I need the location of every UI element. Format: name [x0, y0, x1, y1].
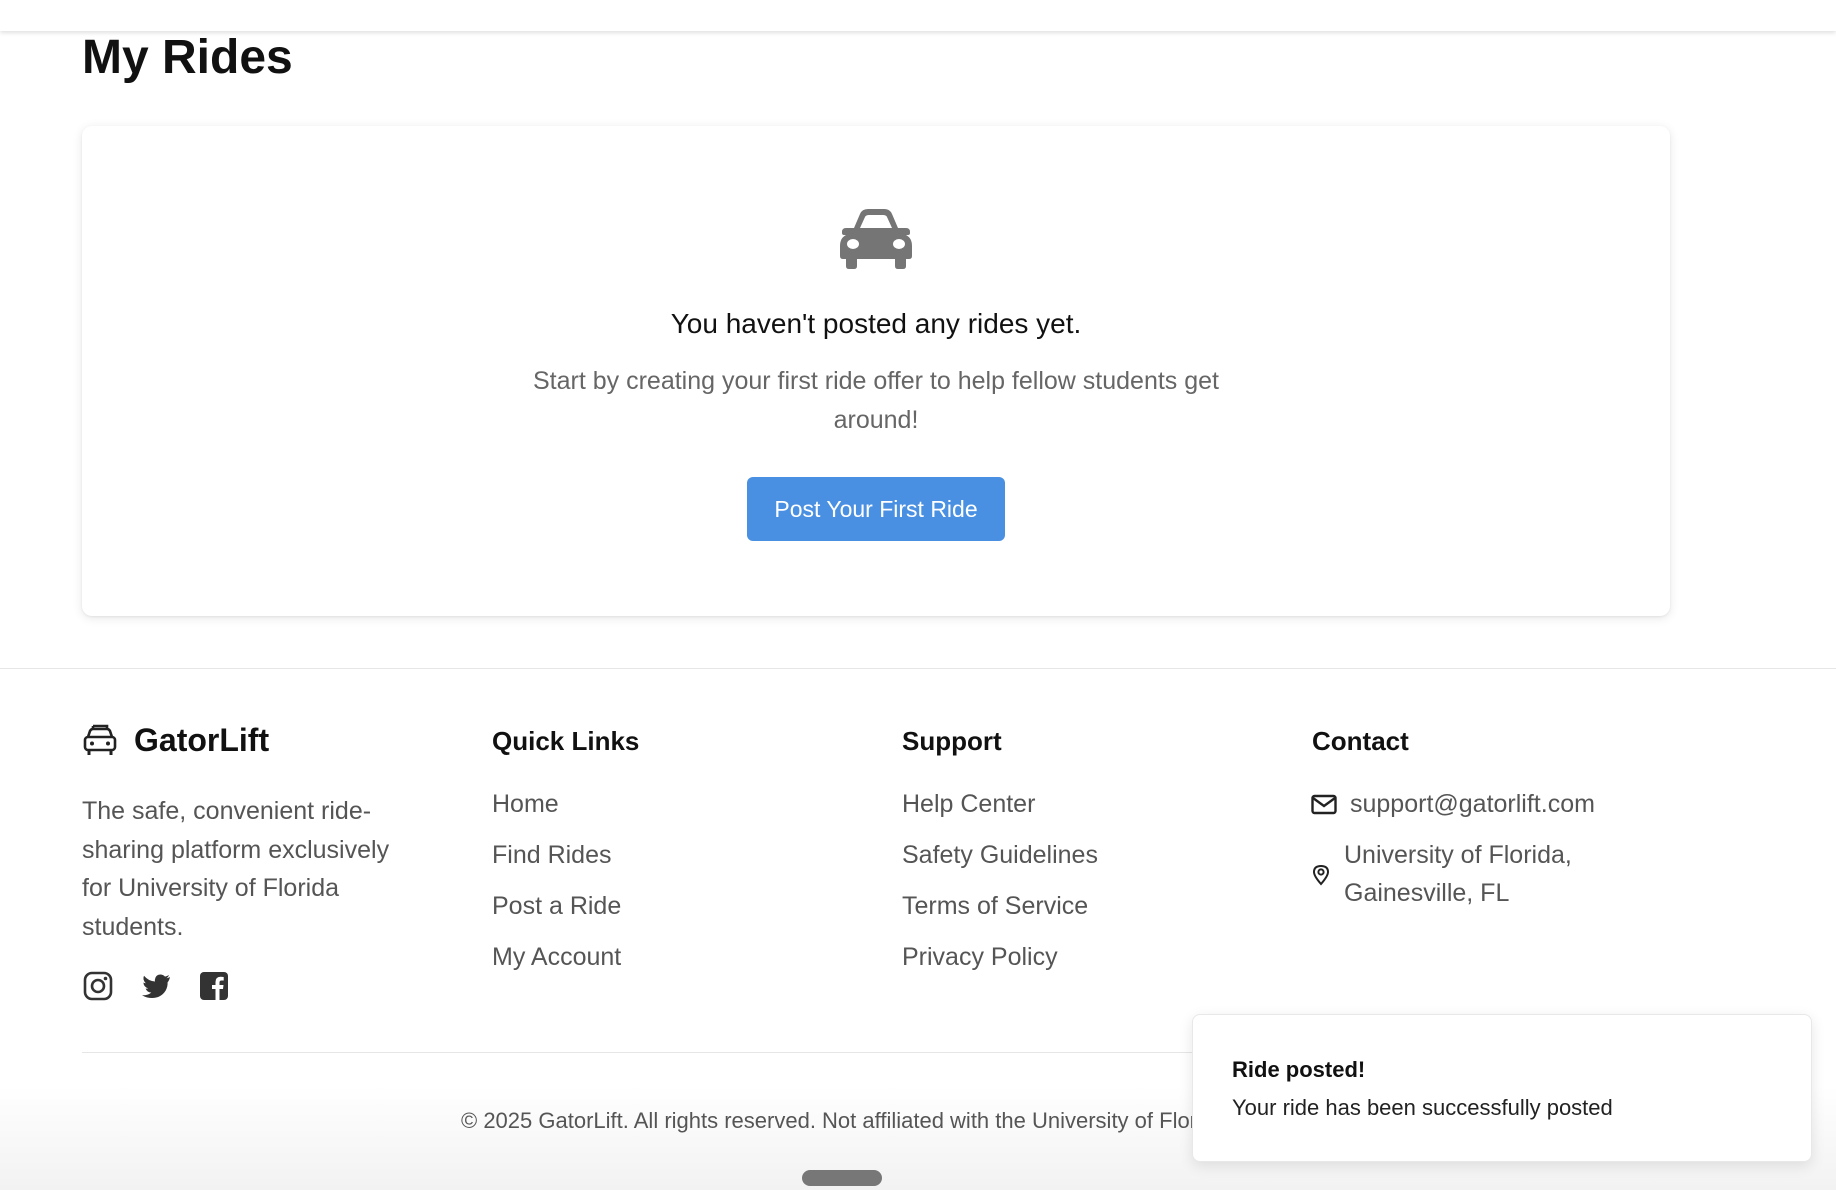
toast-title: Ride posted! [1232, 1057, 1366, 1082]
support-title: Support [902, 726, 1002, 756]
empty-state-heading: You haven't posted any rides yet. [670, 308, 1082, 339]
contact-address-line2: Gainesville, FL [1344, 879, 1510, 907]
map-pin-icon [1312, 864, 1330, 886]
footer-link-privacy[interactable]: Privacy Policy [902, 943, 1058, 972]
footer-link-my-account[interactable]: My Account [492, 943, 621, 972]
facebook-icon[interactable] [198, 970, 230, 1002]
mail-icon [1311, 794, 1337, 815]
footer-link-terms[interactable]: Terms of Service [902, 892, 1088, 921]
toast-message: Your ride has been successfully posted [1232, 1095, 1613, 1120]
footer-brand: GatorLift [82, 722, 269, 759]
footer-link-find-rides[interactable]: Find Rides [492, 841, 612, 870]
brand-name: GatorLift [134, 722, 270, 758]
contact-address-line1: University of Florida, [1344, 841, 1572, 869]
instagram-icon[interactable] [82, 970, 114, 1002]
contact-email[interactable]: support@gatorlift.com [1350, 790, 1595, 819]
toast-notification[interactable]: Ride posted! Your ride has been successf… [1192, 1014, 1812, 1162]
footer-link-home[interactable]: Home [492, 790, 559, 819]
post-first-ride-button[interactable]: Post Your First Ride [747, 477, 1005, 541]
quick-links-title: Quick Links [492, 726, 640, 756]
brand-description: The safe, convenient ride-sharing platfo… [82, 797, 390, 941]
contact-title: Contact [1312, 726, 1409, 756]
footer-link-post-ride[interactable]: Post a Ride [492, 892, 621, 921]
scroll-handle[interactable] [802, 1170, 882, 1186]
top-navbar [0, 0, 1836, 31]
copyright-text: © 2025 GatorLift. All rights reserved. N… [461, 1108, 1221, 1133]
twitter-icon[interactable] [140, 970, 172, 1002]
footer-link-help-center[interactable]: Help Center [902, 790, 1035, 819]
empty-state-subtext: Start by creating your first ride offer … [533, 367, 1219, 434]
footer-link-safety-guidelines[interactable]: Safety Guidelines [902, 841, 1098, 870]
car-icon [840, 209, 912, 269]
page-title: My Rides [82, 31, 293, 84]
car-front-icon [83, 724, 117, 755]
